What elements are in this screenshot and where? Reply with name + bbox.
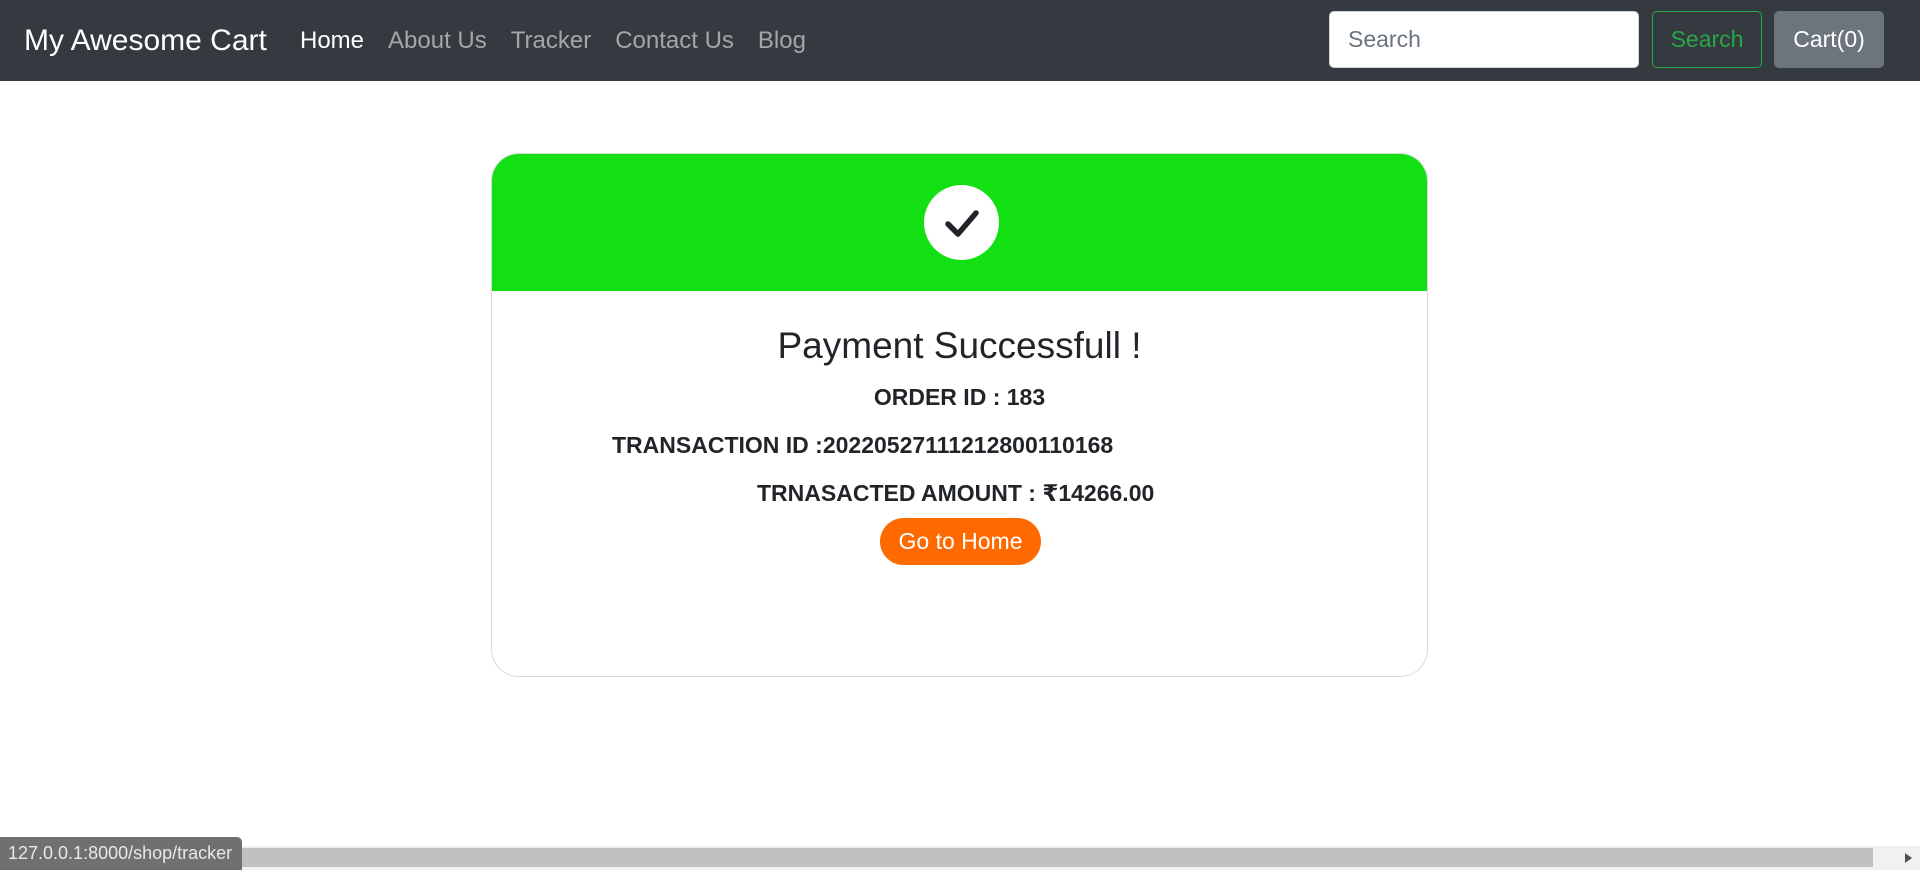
nav-link-blog[interactable]: Blog [758, 27, 806, 55]
go-to-home-button[interactable]: Go to Home [880, 518, 1041, 565]
success-header-banner [492, 154, 1427, 291]
scrollbar-thumb[interactable] [0, 848, 1873, 867]
check-circle [924, 185, 999, 260]
check-icon [944, 209, 979, 237]
transacted-amount-text: TRNASACTED AMOUNT : ₹14266.00 [757, 480, 1155, 506]
horizontal-scrollbar[interactable] [0, 846, 1920, 870]
payment-success-title: Payment Successfull ! [777, 325, 1142, 366]
nav-link-about-us[interactable]: About Us [388, 27, 487, 55]
nav-link-contact-us[interactable]: Contact Us [615, 27, 734, 55]
payment-success-card: Payment Successfull ! ORDER ID : 183 TRA… [491, 153, 1428, 677]
search-button[interactable]: Search [1652, 11, 1762, 68]
nav-link-home[interactable]: Home [300, 27, 364, 55]
search-input[interactable] [1329, 11, 1639, 68]
order-id-text: ORDER ID : 183 [873, 384, 1046, 410]
nav-links: Home About Us Tracker Contact Us Blog [300, 0, 830, 81]
status-bar-url: 127.0.0.1:8000/shop/tracker [0, 837, 243, 870]
transaction-id-text: TRANSACTION ID :20220527111212800110168 [612, 432, 1114, 458]
top-navbar: My Awesome Cart Home About Us Tracker Co… [0, 0, 1920, 81]
nav-link-tracker[interactable]: Tracker [511, 27, 591, 55]
cart-button[interactable]: Cart(0) [1774, 11, 1884, 68]
scroll-right-arrow-icon[interactable] [1896, 846, 1920, 870]
brand-logo-text[interactable]: My Awesome Cart [24, 0, 267, 81]
